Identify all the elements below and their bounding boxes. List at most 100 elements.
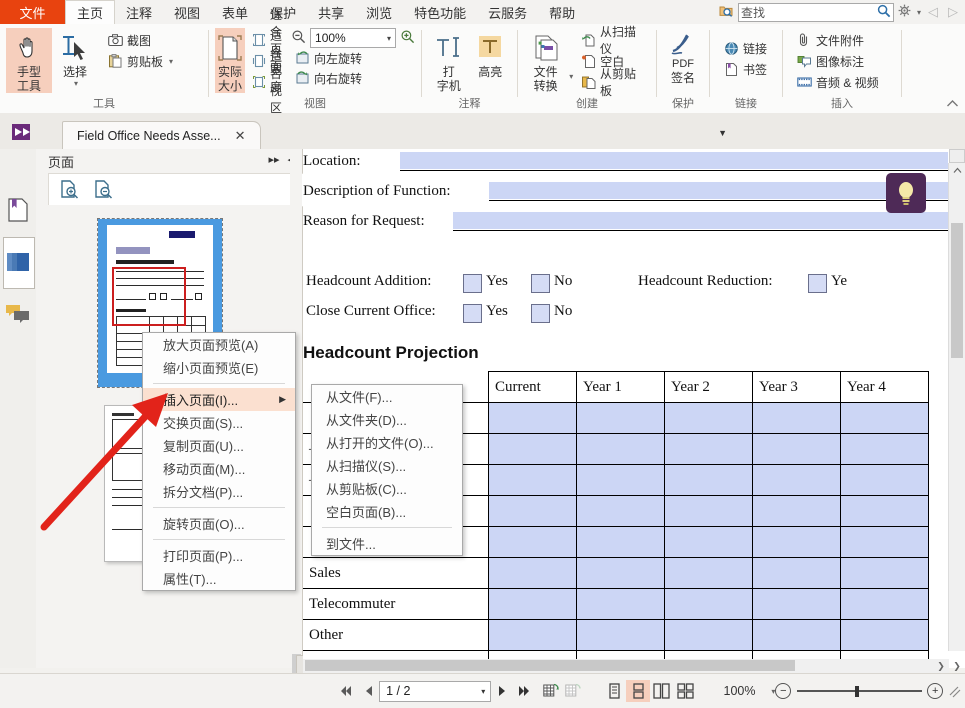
scroll-right-icon[interactable]: ❯ xyxy=(933,659,949,673)
bookmark-button[interactable]: 书签 xyxy=(720,59,770,79)
audio-video-button[interactable]: 音频 & 视频 xyxy=(793,72,882,92)
row-cell[interactable] xyxy=(841,558,929,589)
menu-item-zoom-in-preview[interactable]: 放大页面预览(A) xyxy=(143,333,295,356)
row-cell[interactable] xyxy=(489,527,577,558)
row-cell[interactable] xyxy=(489,496,577,527)
menu-tab-home[interactable]: 主页 xyxy=(65,0,115,24)
submenu-item-from-clipboard[interactable]: 从剪贴板(C)... xyxy=(312,477,462,500)
zoom-slider[interactable] xyxy=(797,685,921,697)
document-vertical-scrollbar[interactable] xyxy=(948,163,965,651)
close-icon[interactable]: ✕ xyxy=(235,128,246,144)
row-cell[interactable] xyxy=(665,589,753,620)
facing-continuous-view-icon[interactable] xyxy=(674,680,698,702)
chevron-down-icon[interactable]: ▾ xyxy=(387,34,391,43)
row-cell[interactable] xyxy=(753,558,841,589)
fast-forward-icon[interactable]: ▸▸ xyxy=(268,153,279,166)
prev-page-icon[interactable] xyxy=(357,680,379,702)
file-convert-caret-icon[interactable]: ▾ xyxy=(569,72,573,81)
row-cell[interactable] xyxy=(841,465,929,496)
pdf-sign-button[interactable]: PDF 签名 xyxy=(663,28,703,85)
submenu-item-blank-page[interactable]: 空白页面(B)... xyxy=(312,500,462,523)
zoom-level-select[interactable]: 100% ▾ xyxy=(310,28,396,48)
folder-search-icon[interactable] xyxy=(719,4,734,21)
back-arrow-icon[interactable]: ◁ xyxy=(925,4,941,20)
chevron-down-icon[interactable]: ▾ xyxy=(481,687,485,696)
row-cell[interactable] xyxy=(489,403,577,434)
first-page-icon[interactable] xyxy=(335,680,357,702)
menu-tab-features[interactable]: 特色功能 xyxy=(403,0,477,24)
row-cell[interactable] xyxy=(753,434,841,465)
row-cell[interactable] xyxy=(577,434,665,465)
lightbulb-icon[interactable] xyxy=(886,173,926,213)
description-field-fill[interactable] xyxy=(489,182,948,199)
row-cell[interactable] xyxy=(577,589,665,620)
menu-item-insert-page[interactable]: 插入页面(I)... ▶ xyxy=(143,388,295,411)
page-snapshot2-icon[interactable] xyxy=(563,680,585,702)
file-attachment-button[interactable]: 文件附件 xyxy=(793,30,882,50)
row-cell[interactable] xyxy=(665,465,753,496)
headcount-addition-no-checkbox[interactable] xyxy=(531,274,550,293)
row-cell[interactable] xyxy=(665,558,753,589)
row-cell[interactable] xyxy=(665,620,753,651)
menu-item-zoom-out-preview[interactable]: 缩小页面预览(E) xyxy=(143,356,295,379)
row-cell[interactable] xyxy=(665,496,753,527)
row-cell[interactable] xyxy=(753,589,841,620)
row-cell[interactable] xyxy=(577,496,665,527)
row-cell[interactable] xyxy=(753,496,841,527)
zoom-slider-knob[interactable] xyxy=(855,686,859,697)
resize-grip-icon[interactable] xyxy=(943,680,965,702)
forward-arrow-icon[interactable]: ▷ xyxy=(945,4,961,20)
menu-tab-share[interactable]: 共享 xyxy=(307,0,355,24)
menu-tab-comment[interactable]: 注释 xyxy=(115,0,163,24)
file-convert-button[interactable]: 文件 转换 xyxy=(524,28,567,93)
select-tool-button[interactable]: 选择 ▾ xyxy=(52,28,98,88)
row-cell[interactable] xyxy=(841,527,929,558)
clipboard-button[interactable]: 剪贴板 ▾ xyxy=(104,51,176,71)
fit-visible-button[interactable]: 适合视区 xyxy=(249,72,287,92)
submenu-item-from-scanner[interactable]: 从扫描仪(S)... xyxy=(312,454,462,477)
row-cell[interactable] xyxy=(753,527,841,558)
select-tool-caret-icon[interactable]: ▾ xyxy=(74,79,78,88)
headcount-reduction-yes-checkbox[interactable] xyxy=(808,274,827,293)
close-office-yes-checkbox[interactable] xyxy=(463,304,482,323)
row-cell[interactable] xyxy=(753,403,841,434)
menu-tab-view[interactable]: 视图 xyxy=(163,0,211,24)
zoom-out-icon[interactable]: − xyxy=(775,683,791,699)
menu-tab-browse[interactable]: 浏览 xyxy=(355,0,403,24)
single-page-view-icon[interactable] xyxy=(602,680,626,702)
actual-size-button[interactable]: 实际 大小 xyxy=(215,28,245,93)
headcount-addition-yes-checkbox[interactable] xyxy=(463,274,482,293)
row-cell[interactable] xyxy=(841,496,929,527)
reason-field-fill[interactable] xyxy=(453,212,948,229)
row-cell[interactable] xyxy=(841,620,929,651)
collapse-ribbon-button[interactable] xyxy=(946,99,959,111)
document-tab[interactable]: Field Office Needs Asse... ✕ xyxy=(62,121,261,150)
menu-item-move-page[interactable]: 移动页面(M)... xyxy=(143,457,295,480)
menu-item-split-document[interactable]: 拆分文档(P)... xyxy=(143,480,295,503)
last-page-icon[interactable] xyxy=(513,680,535,702)
row-cell[interactable] xyxy=(665,434,753,465)
row-cell[interactable] xyxy=(753,465,841,496)
clipboard-caret-icon[interactable]: ▾ xyxy=(169,57,173,66)
menu-item-rotate-page[interactable]: 旋转页面(O)... xyxy=(143,512,295,535)
zoom-in-page-icon[interactable] xyxy=(59,179,79,202)
row-cell[interactable] xyxy=(489,558,577,589)
menu-item-copy-page[interactable]: 复制页面(U)... xyxy=(143,434,295,457)
menu-item-properties[interactable]: 属性(T)... xyxy=(143,567,295,590)
row-cell[interactable] xyxy=(841,403,929,434)
vertical-scroll-thumb[interactable] xyxy=(951,223,963,358)
comments-panel-icon[interactable] xyxy=(3,289,33,339)
next-page-icon[interactable] xyxy=(491,680,513,702)
search-input[interactable]: 查找 xyxy=(738,3,894,22)
zoom-out-icon[interactable] xyxy=(291,29,306,47)
highlight-button[interactable]: 高亮 xyxy=(470,28,512,79)
zoom-in-icon[interactable] xyxy=(400,29,415,47)
close-office-no-checkbox[interactable] xyxy=(531,304,550,323)
hand-tool-button[interactable]: 手型 工具 xyxy=(6,28,52,93)
zoom-in-icon[interactable]: + xyxy=(927,683,943,699)
row-cell[interactable] xyxy=(489,620,577,651)
from-scanner-button[interactable]: 从扫描仪 xyxy=(577,30,650,50)
typewriter-button[interactable]: 打 字机 xyxy=(428,28,470,93)
submenu-item-from-folder[interactable]: 从文件夹(D)... xyxy=(312,408,462,431)
chevron-down-icon[interactable]: ▼ xyxy=(718,128,727,138)
